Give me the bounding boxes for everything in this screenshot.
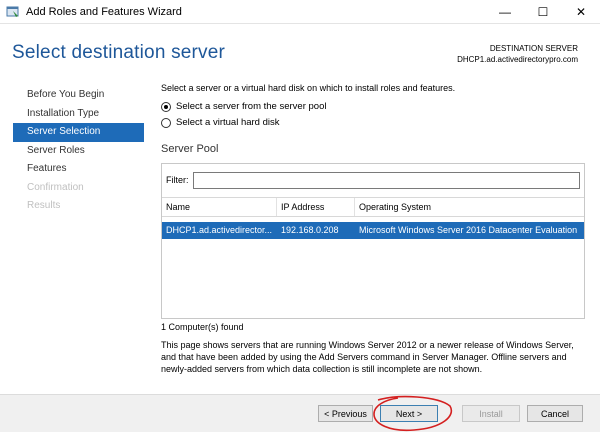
- option-virtual-hard-disk-label: Select a virtual hard disk: [176, 117, 280, 128]
- minimize-icon[interactable]: —: [486, 0, 524, 24]
- install-button: Install: [462, 405, 520, 422]
- option-virtual-hard-disk[interactable]: Select a virtual hard disk: [161, 117, 585, 128]
- wizard-footer: < Previous Next > Install Cancel: [0, 394, 600, 432]
- radio-server-pool[interactable]: [161, 101, 171, 112]
- wizard-app-icon: [6, 5, 20, 19]
- cell-operating-system: Microsoft Windows Server 2016 Datacenter…: [359, 225, 578, 235]
- table-row[interactable]: DHCP1.ad.activedirector... 192.168.0.208…: [162, 222, 584, 239]
- computers-found-count: 1 Computer(s) found: [161, 322, 244, 332]
- close-icon[interactable]: ✕: [562, 0, 600, 24]
- wizard-nav: Before You Begin Installation Type Serve…: [13, 86, 144, 216]
- nav-item-server-selection[interactable]: Server Selection: [13, 123, 144, 142]
- server-table: Name IP Address Operating System DHCP1.a…: [162, 197, 584, 239]
- destination-value: DHCP1.ad.activedirectorypro.com: [457, 55, 578, 64]
- server-pool-title: Server Pool: [161, 143, 219, 155]
- nav-item-confirmation: Confirmation: [27, 181, 84, 193]
- destination-server-info: DESTINATION SERVER DHCP1.ad.activedirect…: [457, 43, 578, 65]
- cell-ip-address: 192.168.0.208: [281, 225, 339, 235]
- destination-label: DESTINATION SERVER: [489, 44, 578, 53]
- filter-row: Filter:: [166, 171, 580, 189]
- maximize-icon[interactable]: ☐: [524, 0, 562, 24]
- server-pool-panel: Filter: Name IP Address Operating System…: [161, 163, 585, 319]
- column-header-name[interactable]: Name: [162, 198, 277, 216]
- filter-label: Filter:: [166, 175, 189, 185]
- radio-virtual-hard-disk[interactable]: [161, 117, 171, 128]
- page-title: Select destination server: [12, 42, 226, 63]
- next-button[interactable]: Next >: [380, 405, 438, 422]
- cancel-button[interactable]: Cancel: [527, 405, 583, 422]
- title-bar: Add Roles and Features Wizard — ☐ ✕: [0, 0, 600, 24]
- nav-item-results: Results: [27, 200, 61, 211]
- cell-name: DHCP1.ad.activedirector...: [166, 225, 273, 235]
- nav-item-features[interactable]: Features: [13, 160, 144, 179]
- filter-input[interactable]: [193, 171, 580, 189]
- nav-item-server-roles[interactable]: Server Roles: [13, 142, 144, 161]
- intro-text: Select a server or a virtual hard disk o…: [161, 83, 456, 93]
- window-title: Add Roles and Features Wizard: [26, 5, 182, 18]
- column-header-operating-system[interactable]: Operating System: [355, 198, 584, 216]
- previous-button[interactable]: < Previous: [318, 405, 373, 422]
- table-header: Name IP Address Operating System: [162, 197, 584, 217]
- main-content: Select a server or a virtual hard disk o…: [161, 83, 585, 155]
- option-server-pool-label: Select a server from the server pool: [176, 101, 327, 112]
- description-text: This page shows servers that are running…: [161, 340, 574, 374]
- nav-item-before-you-begin[interactable]: Before You Begin: [13, 86, 144, 105]
- nav-item-installation-type[interactable]: Installation Type: [13, 105, 144, 124]
- option-server-pool[interactable]: Select a server from the server pool: [161, 101, 585, 112]
- column-header-ip-address[interactable]: IP Address: [277, 198, 355, 216]
